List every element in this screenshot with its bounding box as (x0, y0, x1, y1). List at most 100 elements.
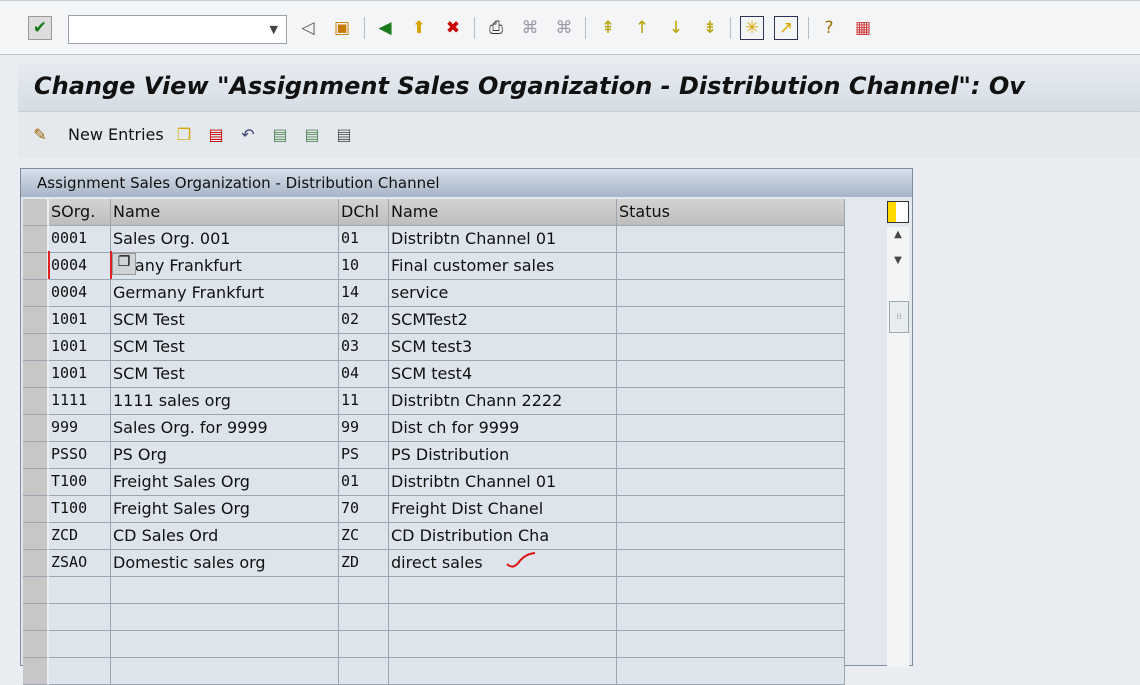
row-selector[interactable] (23, 415, 49, 442)
delete-icon[interactable]: ▤ (204, 122, 228, 146)
cell-dchl-name[interactable]: Final customer sales (389, 253, 617, 280)
cell-sorg-name[interactable]: rmany Frankfurt (111, 253, 339, 280)
row-selector[interactable] (23, 631, 49, 658)
cell-dchl[interactable] (339, 631, 389, 658)
cell-sorg[interactable] (49, 658, 111, 685)
new-entries-button[interactable]: New Entries (68, 125, 164, 144)
cell-sorg[interactable]: 1001 (49, 361, 111, 388)
cell-sorg-name[interactable] (111, 604, 339, 631)
cell-dchl[interactable]: 70 (339, 496, 389, 523)
cell-dchl-name[interactable]: SCM test4 (389, 361, 617, 388)
cell-dchl[interactable]: 01 (339, 226, 389, 253)
cell-status[interactable] (617, 388, 845, 415)
cell-sorg-name[interactable]: Freight Sales Org (111, 469, 339, 496)
row-selector[interactable] (23, 253, 49, 280)
cell-dchl-name[interactable]: SCMTest2 (389, 307, 617, 334)
cell-sorg-name[interactable]: SCM Test (111, 361, 339, 388)
cell-status[interactable] (617, 658, 845, 685)
previous-page-icon[interactable]: ↑ (630, 16, 654, 40)
cell-dchl[interactable] (339, 604, 389, 631)
cell-sorg[interactable]: 999 (49, 415, 111, 442)
row-selector[interactable] (23, 226, 49, 253)
cell-status[interactable] (617, 307, 845, 334)
cell-status[interactable] (617, 523, 845, 550)
cell-sorg[interactable]: 0001 (49, 226, 111, 253)
cell-sorg-name[interactable]: SCM Test (111, 307, 339, 334)
exit-icon[interactable]: ⬆ (407, 16, 431, 40)
cell-sorg-name[interactable]: SCM Test (111, 334, 339, 361)
cell-dchl-name[interactable]: Distribtn Channel 01 (389, 469, 617, 496)
cell-status[interactable] (617, 442, 845, 469)
cell-dchl-name[interactable]: Distribtn Chann 2222 (389, 388, 617, 415)
row-selector[interactable] (23, 523, 49, 550)
find-next-icon[interactable]: ⌘ (552, 16, 576, 40)
cell-sorg-name[interactable]: PS Org (111, 442, 339, 469)
row-selector[interactable] (23, 307, 49, 334)
cell-sorg[interactable]: ZCD (49, 523, 111, 550)
last-page-icon[interactable]: ⇟ (698, 16, 722, 40)
row-selector[interactable] (23, 604, 49, 631)
column-header-dchl-name[interactable]: Name (389, 199, 617, 226)
cell-dchl[interactable]: 11 (339, 388, 389, 415)
cell-sorg[interactable]: 1111 (49, 388, 111, 415)
cell-dchl[interactable]: 14 (339, 280, 389, 307)
undo-change-icon[interactable]: ↶ (236, 122, 260, 146)
chevron-down-icon[interactable]: ▼ (270, 23, 278, 36)
cell-dchl[interactable]: 10 (339, 253, 389, 280)
cell-dchl[interactable]: 03 (339, 334, 389, 361)
row-selector[interactable] (23, 388, 49, 415)
enter-icon[interactable]: ✔ (28, 16, 52, 40)
cell-dchl-name[interactable] (389, 577, 617, 604)
cell-sorg[interactable] (49, 604, 111, 631)
cell-status[interactable] (617, 415, 845, 442)
cell-status[interactable] (617, 577, 845, 604)
cell-status[interactable] (617, 361, 845, 388)
cell-dchl[interactable]: 04 (339, 361, 389, 388)
cell-sorg[interactable]: ZSAO (49, 550, 111, 577)
cell-sorg[interactable] (49, 631, 111, 658)
cell-status[interactable] (617, 604, 845, 631)
cell-status[interactable] (617, 280, 845, 307)
select-all-icon[interactable]: ▤ (268, 122, 292, 146)
scrollbar-thumb[interactable]: ⁞⁞ (889, 301, 909, 333)
cell-dchl[interactable]: PS (339, 442, 389, 469)
cell-status[interactable] (617, 226, 845, 253)
cell-dchl[interactable]: 01 (339, 469, 389, 496)
cell-sorg-name[interactable]: Sales Org. 001 (111, 226, 339, 253)
cell-sorg-name[interactable]: Sales Org. for 9999 (111, 415, 339, 442)
row-selector[interactable] (23, 199, 49, 226)
cell-sorg-name[interactable] (111, 631, 339, 658)
column-header-dchl[interactable]: DChl (339, 199, 389, 226)
cell-sorg[interactable]: PSSO (49, 442, 111, 469)
cell-dchl-name[interactable]: Dist ch for 9999 (389, 415, 617, 442)
row-selector[interactable] (23, 496, 49, 523)
cell-sorg[interactable]: 1001 (49, 307, 111, 334)
scroll-down-icon[interactable]: ▼ (887, 255, 909, 277)
cell-dchl-name[interactable] (389, 631, 617, 658)
customize-layout-icon[interactable]: ▦ (851, 16, 875, 40)
row-selector[interactable] (23, 280, 49, 307)
cell-dchl-name[interactable]: service (389, 280, 617, 307)
cell-dchl-name[interactable] (389, 658, 617, 685)
cell-dchl-name[interactable]: SCM test3 (389, 334, 617, 361)
row-selector[interactable] (23, 658, 49, 685)
first-page-icon[interactable]: ⇞ (596, 16, 620, 40)
column-header-status[interactable]: Status (617, 199, 845, 226)
cell-status[interactable] (617, 334, 845, 361)
shortcut-icon[interactable]: ↗ (774, 16, 798, 40)
cell-sorg[interactable]: 1001 (49, 334, 111, 361)
cell-dchl[interactable]: 99 (339, 415, 389, 442)
copy-as-icon[interactable]: ❐ (172, 122, 196, 146)
column-header-sorg-name[interactable]: Name (111, 199, 339, 226)
cell-dchl-name[interactable] (389, 604, 617, 631)
row-selector[interactable] (23, 469, 49, 496)
create-session-icon[interactable]: ✳ (740, 16, 764, 40)
scroll-up-icon[interactable]: ▲ (887, 229, 909, 251)
cell-sorg-name[interactable]: 1111 sales org (111, 388, 339, 415)
cell-dchl-name[interactable]: PS Distribution (389, 442, 617, 469)
cell-dchl-name[interactable]: CD Distribution Cha (389, 523, 617, 550)
save-icon[interactable]: ▣ (330, 16, 354, 40)
cell-dchl-name[interactable]: Distribtn Channel 01 (389, 226, 617, 253)
cell-sorg-name[interactable]: Domestic sales org (111, 550, 339, 577)
value-help-icon[interactable]: ❐ (112, 253, 136, 275)
